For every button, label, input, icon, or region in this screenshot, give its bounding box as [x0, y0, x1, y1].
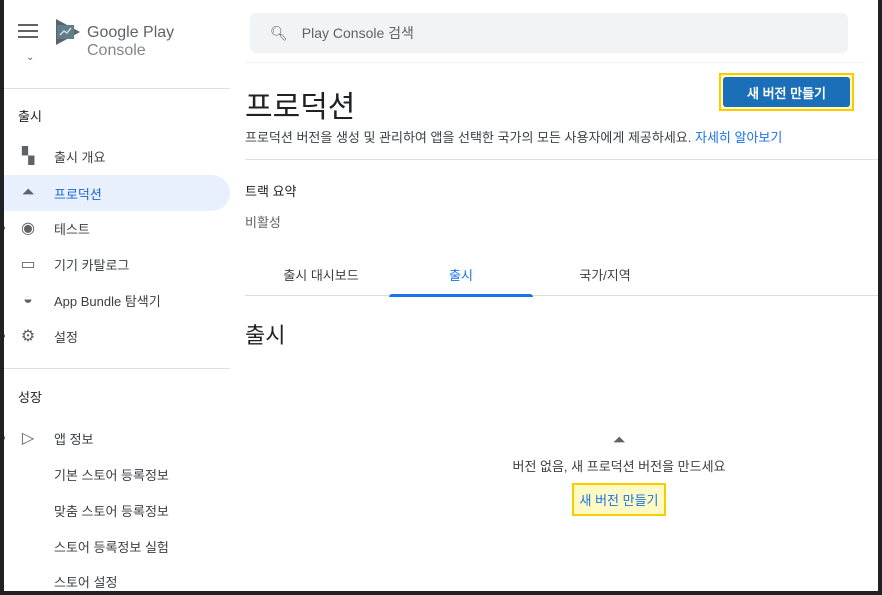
gear-icon: ⚙	[20, 328, 36, 345]
sidebar-item-store-listing-experiments[interactable]: 스토어 등록정보 실험	[4, 528, 230, 564]
expand-dot	[4, 436, 5, 440]
sidebar-item-app-info[interactable]: ▷ 앱 정보	[4, 420, 230, 456]
empty-state: ⏶ 버전 없음, 새 프로덕션 버전을 만드세요 새 버전 만들기	[434, 432, 804, 516]
menu-icon[interactable]	[18, 24, 38, 40]
expand-dot	[4, 334, 5, 338]
play-circle-icon: ◉	[21, 220, 35, 237]
divider	[245, 62, 865, 63]
search-input[interactable]: Play Console 검색	[302, 23, 414, 43]
section-title: 출시	[245, 323, 286, 348]
learn-more-link[interactable]: 자세히 알아보기	[695, 130, 782, 145]
section-growth: 성장	[18, 390, 42, 405]
rocket-icon: ⏶	[612, 432, 626, 449]
devices-icon: ▭	[20, 256, 36, 273]
sidebar-item-main-store-listing[interactable]: 기본 스토어 등록정보	[4, 456, 230, 492]
brand-name: Google Play Console	[87, 24, 175, 59]
android-icon: ◒	[23, 291, 33, 308]
divider	[245, 159, 878, 160]
dashboard-icon: ▚	[21, 148, 35, 165]
tab-release-dashboard[interactable]: 출시 대시보드	[249, 258, 393, 295]
chevron-down-icon[interactable]: ⌄	[26, 52, 34, 63]
sidebar-item-production[interactable]: ⏶ 프로덕션	[4, 175, 230, 211]
tab-countries-regions[interactable]: 국가/지역	[533, 258, 677, 295]
rocket-icon: ⏶	[21, 184, 35, 201]
play-console-logo	[56, 19, 80, 45]
expand-dot	[4, 226, 5, 230]
sidebar-item-settings[interactable]: ⚙ 설정	[4, 318, 230, 354]
tab-bar: 출시 대시보드 출시 국가/지역	[245, 258, 878, 297]
sidebar-item-testing[interactable]: ◉ 테스트	[4, 210, 230, 246]
sidebar-item-app-bundle-explorer[interactable]: ◒ App Bundle 탐색기	[4, 282, 230, 318]
page-title: 프로덕션	[245, 91, 356, 124]
track-summary-label: 트랙 요약	[245, 184, 297, 199]
create-release-button[interactable]: 새 버전 만들기	[719, 73, 854, 111]
search-bar[interactable]: 🔍︎ Play Console 검색	[250, 13, 848, 53]
divider	[4, 368, 230, 369]
tab-releases[interactable]: 출시	[389, 258, 533, 297]
create-release-link-button[interactable]: 새 버전 만들기	[571, 483, 667, 516]
track-status: 비활성	[245, 215, 281, 230]
sidebar-item-custom-store-listing[interactable]: 맞춤 스토어 등록정보	[4, 492, 230, 528]
sidebar-item-device-catalog[interactable]: ▭ 기기 카탈로그	[4, 246, 230, 282]
play-store-icon: ▷	[21, 430, 35, 447]
search-icon: 🔍︎	[270, 24, 288, 41]
sidebar: Google Play Console ⌄ 출시 ▚ 출시 개요 ⏶ 프로덕션 ◉ 테…	[4, 0, 230, 591]
empty-state-text: 버전 없음, 새 프로덕션 버전을 만드세요	[512, 459, 726, 474]
app-frame: Google Play Console ⌄ 출시 ▚ 출시 개요 ⏶ 프로덕션 ◉ 테…	[4, 0, 878, 591]
page-description: 프로덕션 버전을 생성 및 관리하여 앱을 선택한 국가의 모든 사용자에게 제…	[245, 130, 783, 145]
divider	[4, 88, 230, 89]
sidebar-item-store-settings[interactable]: 스토어 설정	[4, 563, 230, 591]
sidebar-item-release-overview[interactable]: ▚ 출시 개요	[4, 138, 230, 174]
section-release: 출시	[18, 109, 42, 124]
